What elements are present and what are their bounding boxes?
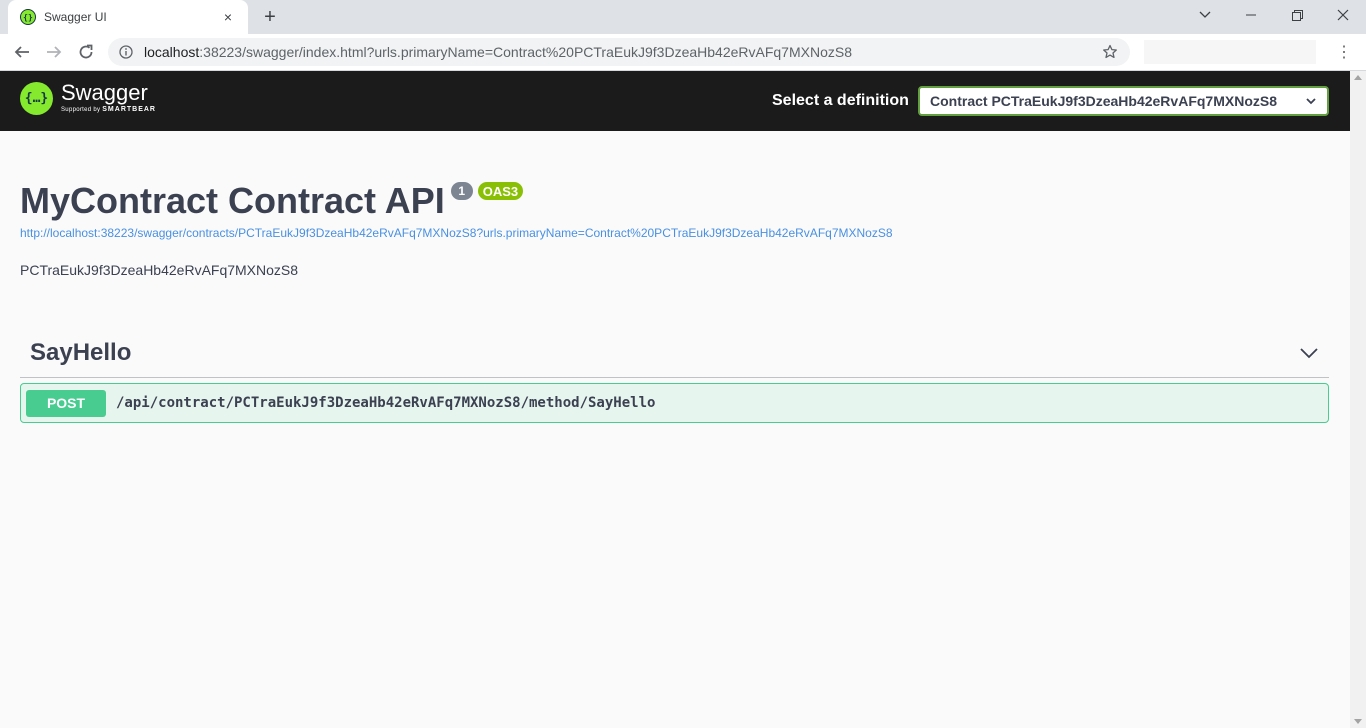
- tab-search-icon[interactable]: [1182, 0, 1228, 30]
- logo-sub: Supported by SMARTBEAR: [61, 105, 156, 115]
- swagger-topbar: {…} Swagger Supported by SMARTBEAR Selec…: [0, 71, 1350, 131]
- operation-post-sayhello[interactable]: POST /api/contract/PCTraEukJ9f3DzeaHb42e…: [20, 383, 1329, 423]
- swagger-logo[interactable]: {…} Swagger Supported by SMARTBEAR: [20, 81, 156, 115]
- address-bar[interactable]: localhost:38223/swagger/index.html?urls.…: [108, 38, 1130, 66]
- chevron-down-icon[interactable]: [1299, 343, 1319, 363]
- url-text[interactable]: localhost:38223/swagger/index.html?urls.…: [144, 44, 1100, 60]
- logo-name: Swagger: [61, 80, 148, 105]
- back-icon[interactable]: [8, 38, 36, 66]
- swagger-logo-icon: {…}: [20, 81, 53, 115]
- api-info: MyContract Contract API 1 OAS3: [20, 180, 524, 221]
- browser-tabstrip: {} Swagger UI × +: [0, 0, 1366, 34]
- spec-url-link[interactable]: http://localhost:38223/swagger/contracts…: [20, 226, 893, 240]
- api-title: MyContract Contract API: [20, 180, 445, 221]
- method-badge: POST: [26, 389, 106, 417]
- oas-badge: OAS3: [477, 182, 524, 200]
- api-description: PCTraEukJ9f3DzeaHb42eRvAFq7MXNozS8: [20, 262, 299, 278]
- tag-sayhello-header[interactable]: SayHello: [20, 329, 1329, 378]
- swagger-favicon-icon: {}: [20, 9, 36, 25]
- logo-text: Swagger Supported by SMARTBEAR: [61, 81, 156, 115]
- browser-menu-icon[interactable]: ⋮: [1334, 38, 1354, 66]
- page-scrollbar[interactable]: [1350, 71, 1366, 728]
- tag-name: SayHello: [30, 339, 132, 366]
- tab-close-icon[interactable]: ×: [220, 9, 236, 25]
- definition-select[interactable]: Contract PCTraEukJ9f3DzeaHb42eRvAFq7MXNo…: [918, 86, 1329, 116]
- url-host: localhost: [144, 44, 200, 60]
- swagger-page: {…} Swagger Supported by SMARTBEAR Selec…: [0, 71, 1350, 728]
- definition-label: Select a definition: [772, 92, 909, 109]
- version-badge: 1: [450, 182, 473, 200]
- reload-icon[interactable]: [72, 38, 100, 66]
- url-rest: :38223/swagger/index.html?urls.primaryNa…: [199, 44, 852, 60]
- tab-title: Swagger UI: [44, 10, 107, 24]
- browser-tab[interactable]: {} Swagger UI ×: [8, 0, 248, 34]
- scroll-down-icon[interactable]: [1354, 719, 1362, 724]
- close-window-icon[interactable]: [1320, 0, 1366, 30]
- scroll-up-icon[interactable]: [1354, 75, 1362, 80]
- logo-sub-prefix: Supported by: [61, 107, 101, 113]
- site-info-icon[interactable]: [118, 44, 134, 60]
- definition-select-value: Contract PCTraEukJ9f3DzeaHb42eRvAFq7MXNo…: [930, 93, 1277, 109]
- extension-area: [1144, 40, 1316, 64]
- browser-toolbar: localhost:38223/swagger/index.html?urls.…: [0, 34, 1366, 71]
- minimize-icon[interactable]: [1228, 0, 1274, 30]
- chevron-down-icon: [1305, 95, 1317, 107]
- logo-sub-brand: SMARTBEAR: [102, 106, 156, 113]
- new-tab-icon[interactable]: +: [258, 5, 282, 29]
- forward-icon[interactable]: [40, 38, 68, 66]
- operation-path: /api/contract/PCTraEukJ9f3DzeaHb42eRvAFq…: [116, 395, 656, 411]
- restore-icon[interactable]: [1274, 0, 1320, 30]
- title-row: MyContract Contract API 1 OAS3: [20, 180, 524, 221]
- bookmark-star-icon[interactable]: [1100, 42, 1120, 62]
